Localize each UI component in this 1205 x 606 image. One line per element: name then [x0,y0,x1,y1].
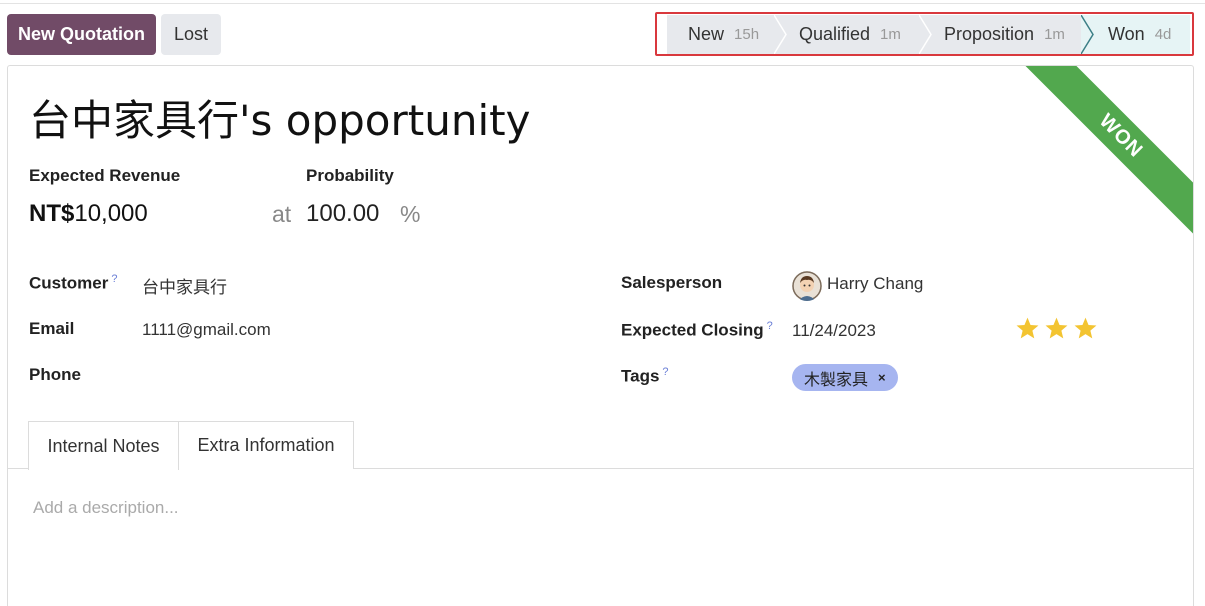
tab-extra-information[interactable]: Extra Information [179,421,354,469]
customer-label: Customer? [29,273,117,294]
ribbon-label: WON [1003,66,1193,255]
email-label: Email [29,319,75,338]
description-field[interactable]: Add a description... [33,498,179,518]
expected-closing-label: Expected Closing? [621,320,773,341]
notebook-tabs: Internal Notes Extra Information [8,421,1193,470]
star-icon[interactable] [1015,316,1040,341]
won-ribbon: WON [1003,66,1193,256]
stage-proposition[interactable]: Proposition 1m [920,15,1094,54]
tag-remove-icon[interactable]: × [878,370,886,385]
tag-badge[interactable]: 木製家具 × [792,364,898,391]
stage-name: New [688,24,725,44]
stage-duration: 4d [1154,26,1172,43]
salesperson-label: Salesperson [621,273,723,292]
expected-closing-label-text: Expected Closing [621,320,764,340]
user-avatar-icon [792,271,822,301]
tags-label: Tags? [621,366,669,387]
stage-name: Won [1108,24,1145,44]
help-icon[interactable]: ? [662,366,668,378]
probability-label: Probability [306,166,394,185]
currency-symbol: NT$ [29,200,75,227]
phone-label: Phone [29,365,81,384]
stage-won[interactable]: Won 4d [1082,15,1190,54]
stage-arrow-icon [774,15,787,54]
top-divider [0,3,1205,4]
expected-revenue-field[interactable]: NT$10,000 [29,200,148,228]
stage-qualified[interactable]: Qualified 1m [775,15,932,54]
help-icon[interactable]: ? [767,320,773,332]
page-title[interactable]: 台中家具行's opportunity [29,87,530,148]
stage-duration: 15h [734,26,760,43]
probability-field[interactable]: 100.00 [306,200,379,228]
stage-duration: 1m [1044,26,1065,43]
expected-closing-field[interactable]: 11/24/2023 [792,321,876,341]
customer-label-text: Customer [29,273,109,293]
expected-revenue-label: Expected Revenue [29,166,181,185]
form-sheet: WON 台中家具行's opportunity Expected Revenue… [7,65,1194,606]
percent-sign: % [400,201,421,227]
expected-revenue-value: 10,000 [74,200,148,227]
priority-stars [1015,316,1098,341]
phone-field[interactable] [142,365,442,387]
tag-label: 木製家具 [804,371,869,389]
stage-duration: 1m [880,26,901,43]
at-label: at [272,201,292,227]
stage-name: Proposition [944,24,1035,44]
salesperson-field[interactable]: Harry Chang [827,274,923,294]
star-icon[interactable] [1073,316,1098,341]
stage-new[interactable]: New 15h [667,15,787,54]
help-icon[interactable]: ? [111,273,117,285]
stage-arrow-icon [919,15,932,54]
stage-name: Qualified [799,24,871,44]
email-field[interactable]: 1111@gmail.com [142,320,271,340]
stage-arrow-icon [1081,15,1094,54]
lost-button[interactable]: Lost [161,14,221,55]
customer-field[interactable]: 台中家具行 [142,273,227,298]
star-icon[interactable] [1044,316,1069,341]
stage-statusbar: New 15h Qualified 1m Proposition 1m Won … [667,15,1190,54]
tab-internal-notes[interactable]: Internal Notes [28,421,179,470]
tags-label-text: Tags [621,366,660,386]
new-quotation-button[interactable]: New Quotation [7,14,156,55]
